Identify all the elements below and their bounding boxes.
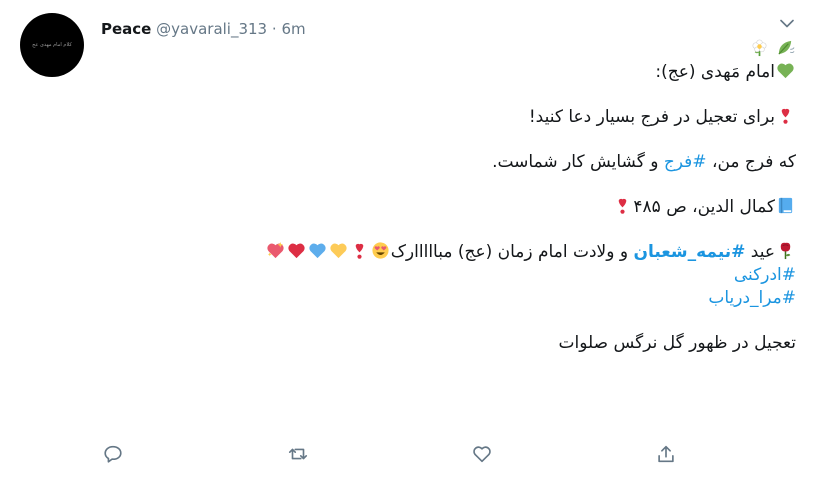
- timestamp[interactable]: 6m: [281, 20, 305, 38]
- reply-icon: [104, 445, 122, 463]
- yellow-heart-icon: [330, 243, 347, 259]
- retweet-button[interactable]: [285, 441, 311, 467]
- hashtag-link[interactable]: #ادرکنی: [734, 265, 796, 285]
- tweet-line: کمال الدین، ص ۴۸۵: [400, 196, 796, 219]
- rose-icon: [780, 242, 791, 260]
- tweet-line-text: و گشایش کار شماست.: [492, 152, 664, 172]
- avatar[interactable]: کلام امام مهدی عج: [20, 13, 84, 77]
- tweet-line-text: تعجیل در ظهور گل نرگس صلوات: [558, 333, 797, 353]
- hashtag-link[interactable]: #مرا_دریاب: [708, 288, 796, 308]
- tweet-line-text: عید: [745, 242, 775, 262]
- author-name[interactable]: Peace: [101, 20, 151, 38]
- flower-icon: [752, 39, 767, 57]
- tweet-line-text: کمال الدین، ص ۴۸۵: [633, 197, 775, 217]
- exclamation-heart-icon: [619, 198, 627, 214]
- tweet-line: که فرج من، #فرج و گشایش کار شماست.: [400, 151, 796, 174]
- tweet-line: امام مَهدی (عج):: [400, 61, 796, 84]
- tweet-line: #مرا_دریاب: [400, 287, 796, 310]
- share-button[interactable]: [653, 441, 679, 467]
- tweet-line: #ادرکنی: [400, 264, 796, 287]
- chevron-down-icon[interactable]: [776, 12, 798, 34]
- tweet-line: تعجیل در ظهور گل نرگس صلوات: [400, 332, 797, 355]
- leaf-icon: [778, 40, 795, 55]
- tweet-line-text: برای تعجیل در فرج بسیار دعا کنید!: [528, 107, 775, 127]
- heart-eyes-icon: [372, 242, 389, 259]
- hashtag-link[interactable]: #فرج: [664, 152, 707, 172]
- author-handle[interactable]: @yavarali_313: [156, 20, 267, 38]
- tweet-line-emojis: [400, 38, 796, 61]
- like-button[interactable]: [469, 441, 495, 467]
- reply-button[interactable]: [100, 441, 126, 467]
- share-icon: [658, 445, 674, 463]
- exclamation-heart-icon: [781, 108, 790, 124]
- tweet-line: عید #نیمه_شعبان و ولادت امام زمان (عج) م…: [267, 241, 796, 264]
- sparkling-heart-icon: [267, 241, 284, 259]
- action-bar: [0, 441, 816, 467]
- tweet-line: برای تعجیل در فرج بسیار دعا کنید!: [400, 106, 796, 129]
- red-heart-icon: [288, 243, 305, 259]
- tweet-text: امام مَهدی (عج): برای تعجیل در فرج بسیار…: [267, 38, 797, 355]
- blue-heart-icon: [309, 243, 326, 259]
- heart-icon: [473, 446, 491, 463]
- tweet-header: Peace @yavarali_313 · 6m: [101, 18, 306, 40]
- tweet-line-text: که فرج من،: [706, 152, 796, 172]
- hashtag-link[interactable]: #نیمه_شعبان: [633, 242, 745, 262]
- blue-book-icon: [778, 197, 793, 214]
- separator-dot: ·: [271, 20, 277, 38]
- exclamation-heart-icon: [355, 243, 364, 259]
- green-heart-icon: [777, 63, 794, 79]
- tweet-line-text: و ولادت امام زمان (عج) مبااااارک: [390, 242, 634, 262]
- tweet-line-text: امام مَهدی (عج):: [655, 62, 775, 82]
- retweet-icon: [288, 448, 308, 460]
- avatar-text: کلام امام مهدی عج: [32, 42, 72, 48]
